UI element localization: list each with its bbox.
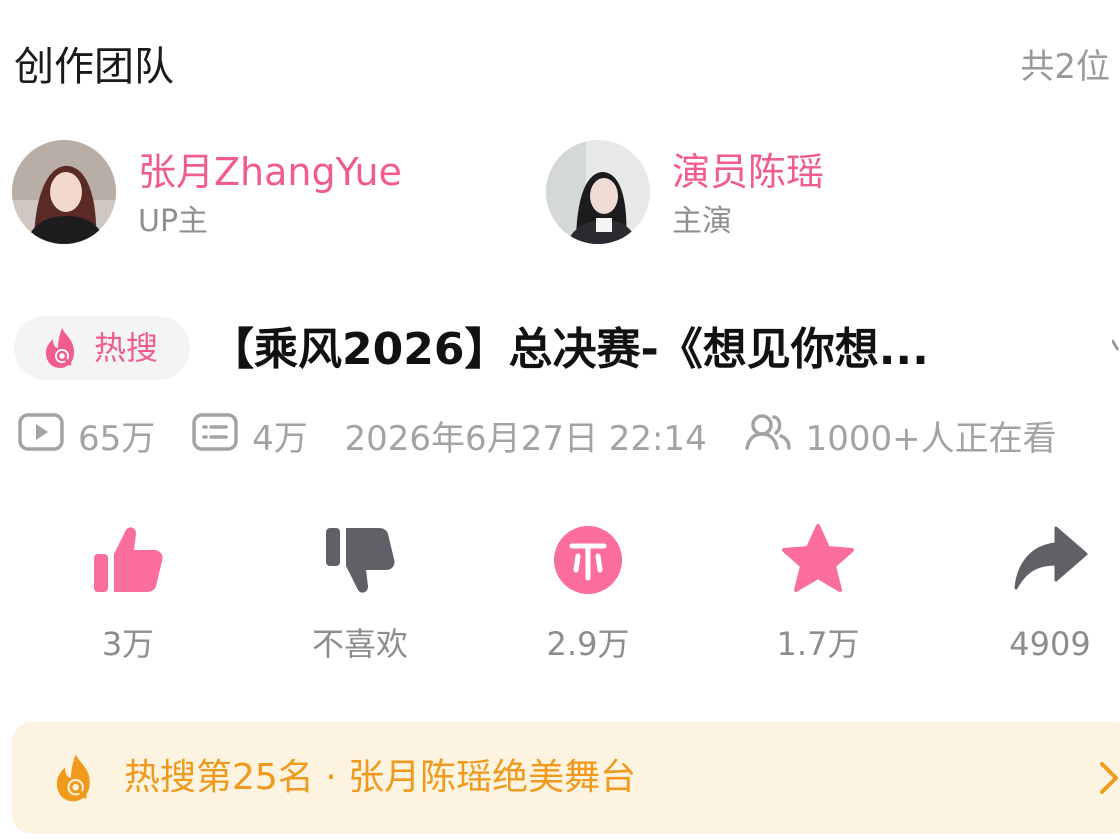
team-member[interactable]: 演员陈瑶 主演 <box>546 140 966 244</box>
favorite-count: 1.7万 <box>776 625 860 663</box>
team-count[interactable]: 共2位 <box>1020 44 1110 90</box>
hot-search-badge[interactable]: 热搜 <box>14 316 190 380</box>
hot-search-banner[interactable]: 热搜第25名 · 张月陈瑶绝美舞台 <box>12 722 1120 834</box>
member-role: UP主 <box>138 204 209 239</box>
video-stats: 65万 4万 2026年6月27日 22:14 1000+人正在看 <box>18 412 1057 462</box>
coin-icon <box>548 520 628 600</box>
flame-search-icon <box>52 752 104 810</box>
share-count: 4909 <box>1009 625 1091 663</box>
publish-datetime: 2026年6月27日 22:14 <box>344 419 707 459</box>
coin-count: 2.9万 <box>546 625 630 663</box>
more-indicator <box>1110 336 1120 356</box>
video-title[interactable]: 【乘风2026】总决赛-《想见你想... <box>210 320 1090 380</box>
like-count: 3万 <box>101 625 155 663</box>
viewers-icon <box>744 412 792 466</box>
watching-count: 1000+人正在看 <box>805 419 1057 459</box>
hot-search-text: 热搜第25名 · 张月陈瑶绝美舞台 <box>124 757 637 798</box>
coin-button[interactable]: 2.9万 <box>508 520 668 666</box>
share-button[interactable]: 4909 <box>970 520 1120 666</box>
thumbs-up-icon <box>88 520 168 600</box>
play-count-icon <box>18 412 64 466</box>
danmaku-count: 4万 <box>252 419 308 459</box>
member-name[interactable]: 演员陈瑶 <box>672 146 824 198</box>
avatar[interactable] <box>12 140 116 244</box>
member-role: 主演 <box>672 204 732 239</box>
member-name[interactable]: 张月ZhangYue <box>138 146 402 198</box>
flame-search-icon <box>46 328 74 368</box>
thumbs-down-icon <box>320 520 400 600</box>
dislike-label: 不喜欢 <box>311 625 408 663</box>
dislike-button[interactable]: 不喜欢 <box>280 520 440 666</box>
section-title: 创作团队 <box>14 44 174 90</box>
danmaku-icon <box>192 412 238 466</box>
avatar[interactable] <box>546 140 650 244</box>
hot-badge-label: 热搜 <box>94 329 159 367</box>
chevron-right-icon <box>1098 760 1120 800</box>
like-button[interactable]: 3万 <box>48 520 208 666</box>
share-icon <box>1010 520 1090 600</box>
star-icon <box>778 520 858 600</box>
favorite-button[interactable]: 1.7万 <box>738 520 898 666</box>
team-member[interactable]: 张月ZhangYue UP主 <box>12 140 472 244</box>
play-count: 65万 <box>78 419 156 459</box>
